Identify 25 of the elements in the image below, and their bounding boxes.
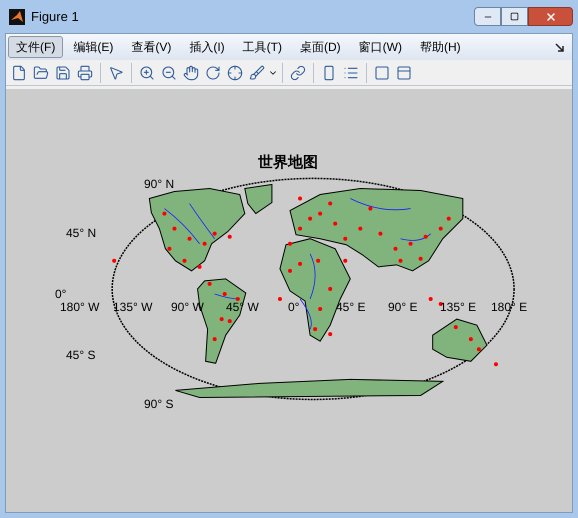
maximize-button[interactable] [501,7,528,26]
latitude-label: 45° N [66,225,96,242]
menu-item[interactable]: 窗口(W) [350,36,410,58]
latitude-label: 90° S [144,396,174,413]
menu-item[interactable]: 工具(T) [234,36,290,58]
menu-item[interactable]: 查看(V) [123,36,180,58]
longitude-label: 180° E [491,299,528,316]
longitude-label: 135° W [113,299,152,316]
latitude-label: 90° N [144,176,174,193]
longitude-label: 0° [288,299,300,316]
app-logo-icon [9,8,25,24]
longitude-label: 135° E [440,299,476,316]
dock-arrow-icon[interactable] [555,42,564,52]
longitude-label: 90° E [388,299,418,316]
menu-item[interactable]: 桌面(D) [292,36,349,58]
latitude-label: 45° S [66,347,96,364]
window-title: Figure 1 [31,8,79,26]
menu-item[interactable]: 文件(F) [8,36,64,58]
menu-item[interactable]: 编辑(E) [65,36,122,58]
plot-title: 世界地图 [258,152,318,173]
close-button[interactable] [528,7,573,26]
menu-item[interactable]: 帮助(H) [412,36,469,58]
menu-item[interactable]: 插入(I) [181,36,233,58]
maximize-icon [510,12,519,21]
close-icon [544,10,556,22]
